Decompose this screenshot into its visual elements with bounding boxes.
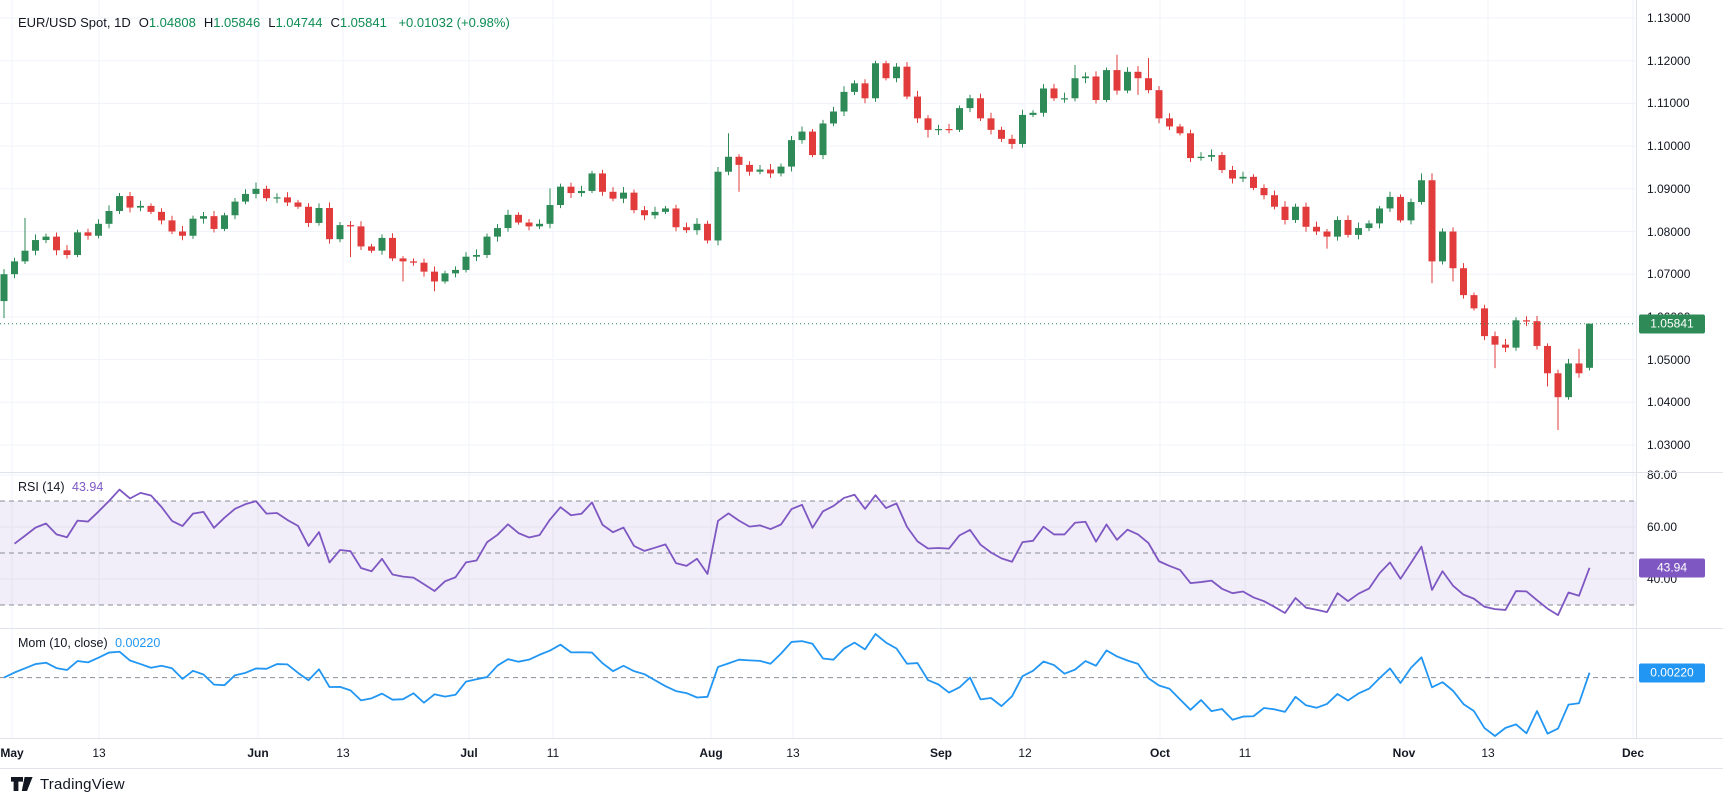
- rsi-axis-label: 60.00: [1647, 520, 1677, 534]
- time-axis-label-13: 13: [336, 746, 349, 760]
- time-axis-label-11: 11: [1239, 746, 1251, 760]
- time-axis-label-jul: Jul: [460, 746, 477, 760]
- time-axis-label-aug: Aug: [699, 746, 722, 760]
- time-axis-label-13: 13: [92, 746, 105, 760]
- ohlc-values: O1.04808 H1.05846 L1.04744 C1.05841: [131, 15, 387, 30]
- price-axis-label: 1.13000: [1647, 11, 1690, 25]
- time-axis-label-sep: Sep: [930, 746, 952, 760]
- mom-legend: Mom (10, close) 0.00220: [18, 636, 160, 650]
- rsi-panel: [0, 501, 1636, 605]
- ohlc-item: O1.04808: [139, 15, 196, 30]
- time-axis-label-13: 13: [1481, 746, 1494, 760]
- tradingview-logo-icon: [10, 774, 34, 794]
- price-axis-label: 1.03000: [1647, 438, 1690, 452]
- mom-value-badge: 0.00220: [1639, 663, 1705, 682]
- mom-legend-label[interactable]: Mom (10, close): [18, 636, 108, 650]
- time-axis-label-12: 12: [1018, 746, 1031, 760]
- rsi-value-badge: 43.94: [1639, 558, 1705, 577]
- symbol-legend: EUR/USD Spot, 1D O1.04808 H1.05846 L1.04744…: [18, 15, 510, 30]
- price-axis-label: 1.05000: [1647, 353, 1690, 367]
- time-axis-label-11: 11: [547, 746, 559, 760]
- price-axis-label: 1.07000: [1647, 267, 1690, 281]
- price-change: +0.01032 (+0.98%): [398, 15, 509, 30]
- candlestick-series: [1, 55, 1594, 430]
- rsi-legend-value: 43.94: [72, 480, 103, 494]
- price-axis-label: 1.08000: [1647, 225, 1690, 239]
- time-axis-label-jun: Jun: [247, 746, 268, 760]
- price-axis-label: 1.09000: [1647, 182, 1690, 196]
- time-axis[interactable]: May 13 Jun 13 Jul 11 Aug 13 Sep 12 Oct 11 Nov 13 Dec: [0, 738, 1723, 768]
- rsi-legend: RSI (14) 43.94: [18, 480, 103, 494]
- rsi-axis-label: 80.00: [1647, 468, 1677, 482]
- tradingview-chart: 1.13000 1.12000 1.11000 1.10000 1.09000 1.080…: [0, 0, 1723, 803]
- price-axis-label: 1.11000: [1647, 96, 1690, 110]
- tradingview-logo[interactable]: TradingView: [10, 774, 125, 794]
- price-axis-label: 1.12000: [1647, 54, 1690, 68]
- mom-line: [4, 634, 1590, 736]
- ohlc-item: H1.05846: [204, 15, 260, 30]
- ohlc-item: L1.04744: [268, 15, 322, 30]
- panel-separator-rsi-mom[interactable]: [0, 628, 1723, 629]
- time-axis-label-oct: Oct: [1150, 746, 1170, 760]
- time-axis-label-nov: Nov: [1393, 746, 1416, 760]
- time-axis-label-dec: Dec: [1622, 746, 1644, 760]
- last-price-badge: 1.05841: [1639, 314, 1705, 333]
- chart-bottom-border: [0, 768, 1723, 769]
- symbol-title[interactable]: EUR/USD Spot, 1D: [18, 15, 131, 30]
- ohlc-item: C1.05841: [330, 15, 386, 30]
- tradingview-logo-text: TradingView: [40, 776, 125, 793]
- mom-legend-value: 0.00220: [115, 636, 160, 650]
- price-axis-label: 1.10000: [1647, 139, 1690, 153]
- panel-separator-mom-axis: [0, 738, 1723, 739]
- time-axis-label-may: May: [0, 746, 23, 760]
- panel-separator-main-rsi[interactable]: [0, 472, 1723, 473]
- time-axis-label-13: 13: [786, 746, 799, 760]
- rsi-legend-label[interactable]: RSI (14): [18, 480, 65, 494]
- price-axis-label: 1.04000: [1647, 395, 1690, 409]
